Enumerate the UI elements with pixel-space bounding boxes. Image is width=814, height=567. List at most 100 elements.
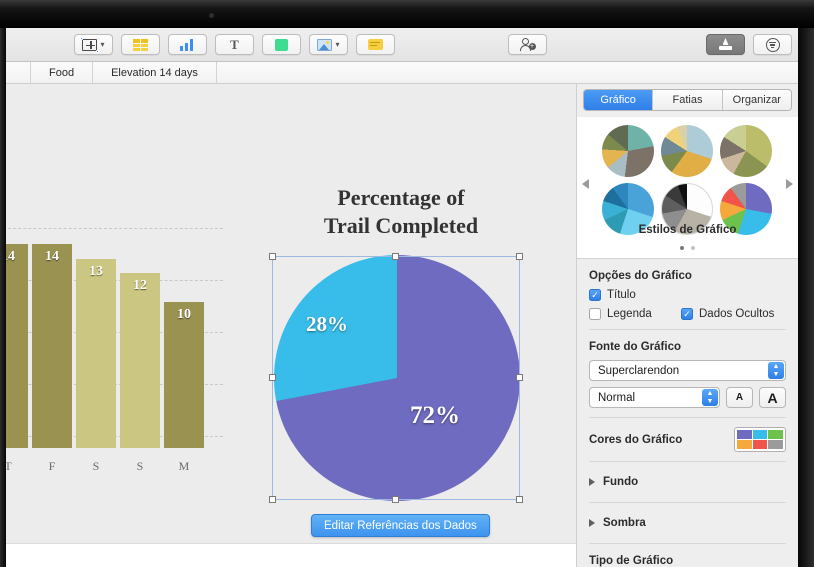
x-label: M	[178, 459, 190, 473]
shape-button[interactable]	[262, 34, 301, 55]
selection-frame	[269, 253, 523, 503]
resize-handle-bc[interactable]	[392, 496, 399, 503]
pie-title-line-1: Percentage of	[337, 185, 465, 210]
insert-icon	[80, 36, 100, 53]
bar-row: 12	[120, 273, 160, 448]
shadow-label: Sombra	[603, 517, 646, 529]
edit-data-references-button[interactable]: Editar Referências dos Dados	[311, 514, 490, 537]
spreadsheet-canvas[interactable]: 14 14 13 12 10	[6, 84, 576, 567]
sheet-tab-bar: Food Elevation 14 days	[6, 61, 798, 84]
chart-colors-swatch[interactable]	[734, 427, 786, 452]
x-label: S	[136, 459, 144, 473]
checkbox-label: Dados Ocultos	[699, 308, 775, 320]
resize-handle-br[interactable]	[516, 496, 523, 503]
chevron-updown-icon[interactable]: ▲ ▼	[768, 362, 784, 379]
collaborate-button[interactable]: +	[508, 34, 547, 55]
format-inspector: Gráfico Fatias Organizar Estilos de Gráf…	[576, 84, 798, 567]
media-icon	[317, 38, 333, 51]
bar-row: 13	[76, 259, 116, 448]
resize-handle-tc[interactable]	[392, 253, 399, 260]
increase-font-size-button[interactable]: A	[759, 387, 786, 408]
toolbar-right-group	[706, 34, 792, 55]
font-family-select[interactable]: Superclarendon ▲ ▼	[589, 360, 786, 381]
font-style-row: Normal ▲ ▼ A A	[589, 387, 786, 408]
comment-icon	[368, 39, 383, 50]
table-button[interactable]	[121, 34, 160, 55]
device-bezel-right	[798, 28, 814, 567]
app-toolbar: ▾ T ▾ +	[6, 28, 798, 62]
chart-button[interactable]	[168, 34, 207, 55]
chevron-right-icon	[589, 519, 595, 527]
screen: ▾ T ▾ + Food Elevation 14 days 4 14 13 1…	[6, 28, 798, 567]
resize-handle-bl[interactable]	[269, 496, 276, 503]
bar-value: 14	[45, 249, 59, 264]
font-style-select[interactable]: Normal ▲ ▼	[589, 387, 720, 408]
resize-handle-mr[interactable]	[516, 374, 523, 381]
media-button[interactable]: ▾	[309, 34, 348, 55]
insert-button[interactable]: ▾	[74, 34, 113, 55]
x-label: F	[48, 459, 56, 473]
chart-options-title: Opções do Gráfico	[589, 270, 692, 282]
format-button[interactable]	[706, 34, 745, 55]
checkbox-legenda[interactable]	[589, 308, 601, 320]
chevron-right-icon	[589, 478, 595, 486]
decrease-font-size-button[interactable]: A	[726, 387, 753, 408]
checkbox-group-dados-ocultos[interactable]: ✓ Dados Ocultos	[681, 308, 774, 320]
resize-handle-tl[interactable]	[269, 253, 276, 260]
sheet-tab-food[interactable]: Food	[30, 61, 94, 84]
chart-styles-gallery: Estilos de Gráfico	[577, 117, 798, 259]
canvas-bottom-strip	[6, 543, 576, 567]
bar-value: 10	[177, 307, 191, 322]
chevron-updown-icon[interactable]: ▲ ▼	[702, 389, 718, 406]
checkbox-titulo[interactable]: ✓	[589, 289, 601, 301]
chart-style-thumb[interactable]	[719, 125, 772, 177]
checkbox-dados-ocultos[interactable]: ✓	[681, 308, 693, 320]
gallery-page-dots	[577, 246, 798, 250]
device-bezel-top	[0, 0, 814, 28]
chevron-down-icon: ▾	[335, 39, 340, 49]
gallery-prev-icon[interactable]	[582, 179, 589, 189]
paintbrush-icon	[718, 38, 733, 51]
chart-style-thumbnails	[599, 125, 775, 235]
laptop-device: ▾ T ▾ + Food Elevation 14 days 4 14 13 1…	[0, 0, 814, 567]
background-label: Fundo	[603, 476, 639, 488]
background-disclosure[interactable]: Fundo	[589, 471, 786, 493]
x-label: T	[6, 459, 12, 473]
resize-handle-tr[interactable]	[516, 253, 523, 260]
checkbox-label: Título	[607, 289, 636, 301]
chart-style-thumb[interactable]	[602, 125, 655, 177]
chart-colors-row: Cores do Gráfico	[589, 427, 786, 452]
checkbox-group-legenda[interactable]: Legenda	[589, 308, 681, 320]
text-icon: T	[230, 36, 239, 52]
bar-chart-bars: 14 14 13 12 10	[6, 240, 204, 448]
tab-organizar[interactable]: Organizar	[722, 90, 791, 110]
organize-button[interactable]	[753, 34, 792, 55]
gallery-title: Estilos de Gráfico	[638, 224, 737, 236]
toolbar-collaborate-group: +	[508, 34, 547, 55]
bar-row: 14	[32, 244, 72, 448]
font-style-value: Normal	[598, 391, 636, 404]
bar-row: 14	[6, 244, 28, 448]
comment-button[interactable]	[356, 34, 395, 55]
camera-icon	[209, 13, 214, 18]
chart-style-thumb[interactable]	[660, 125, 713, 177]
shadow-disclosure[interactable]: Sombra	[589, 512, 786, 534]
text-button[interactable]: T	[215, 34, 254, 55]
page-dot[interactable]	[691, 246, 695, 250]
inspector-tab-bar: Gráfico Fatias Organizar	[583, 89, 792, 111]
workspace: 14 14 13 12 10	[6, 84, 798, 567]
table-icon	[133, 38, 148, 51]
chart-icon	[180, 38, 195, 51]
checkbox-row-titulo[interactable]: ✓ Título	[589, 289, 786, 301]
resize-handle-ml[interactable]	[269, 374, 276, 381]
tab-grafico[interactable]: Gráfico	[584, 90, 654, 110]
divider	[589, 417, 786, 418]
sheet-tab-elevation[interactable]: Elevation 14 days	[93, 61, 217, 84]
gallery-next-icon[interactable]	[786, 179, 793, 189]
chart-colors-label: Cores do Gráfico	[589, 433, 683, 446]
tab-fatias[interactable]: Fatias	[653, 90, 723, 110]
page-dot[interactable]	[680, 246, 684, 250]
bar-chart[interactable]: 14 14 13 12 10	[6, 224, 223, 484]
divider	[589, 543, 786, 544]
divider	[589, 461, 786, 462]
